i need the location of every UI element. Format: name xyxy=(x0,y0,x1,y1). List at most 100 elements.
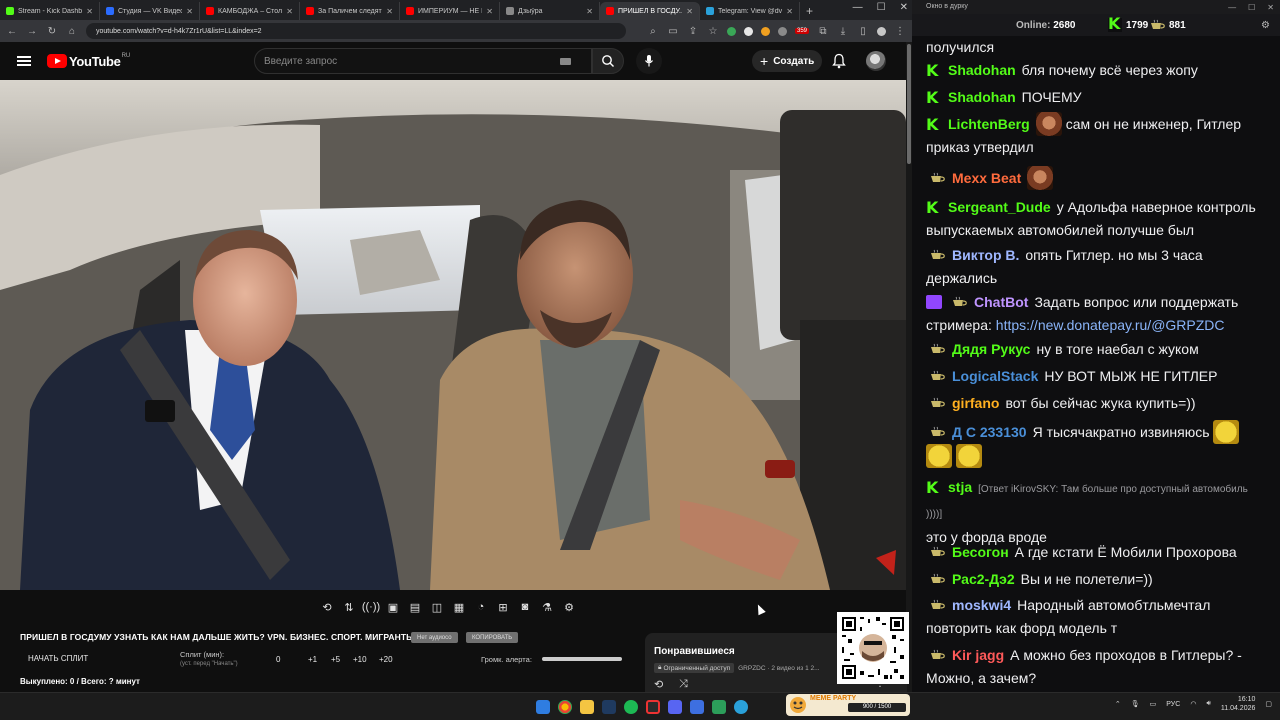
chat-username[interactable]: Shadohan xyxy=(948,62,1016,78)
hamburger-menu-icon[interactable] xyxy=(17,56,31,66)
sidepanel-icon[interactable]: ▯ xyxy=(857,26,869,37)
system-clock[interactable]: 16:10 11.04.2026 xyxy=(1221,695,1256,713)
screen-icon[interactable]: ▣ xyxy=(384,598,402,616)
browser-tab[interactable]: ИМПЕРИУМ — НЕ РО... ✕ xyxy=(400,2,500,20)
create-button[interactable]: + Создать xyxy=(752,50,823,72)
player-taskbar-icon[interactable] xyxy=(690,700,704,714)
video-player[interactable] xyxy=(0,80,906,590)
download-icon[interactable]: ⤓ xyxy=(837,26,849,37)
zoom-icon[interactable]: ⌕ xyxy=(647,26,659,37)
chat-username[interactable]: Sergeant_Dude xyxy=(948,199,1051,215)
split-add-10-button[interactable]: +10 xyxy=(353,655,367,664)
chat-message-list[interactable]: получился Shadohan бля почему всё через жо… xyxy=(912,36,1280,692)
discord-taskbar-icon[interactable] xyxy=(668,700,682,714)
keyboard-language[interactable]: РУС xyxy=(1166,701,1180,708)
speed-icon[interactable]: ◔ xyxy=(472,598,490,616)
chat-username[interactable]: girfano xyxy=(952,395,999,411)
copy-button[interactable]: КОПИРОВАТЬ xyxy=(466,632,519,643)
extension-white-icon[interactable] xyxy=(743,26,753,36)
start-split-button[interactable]: НАЧАТЬ СПЛИТ xyxy=(28,654,88,663)
tab-close-icon[interactable]: ✕ xyxy=(586,7,593,16)
no-audio-badge[interactable]: Нет аудиосо xyxy=(411,632,458,643)
chat-username[interactable]: ChatBot xyxy=(974,294,1028,310)
page-scrollbar-thumb[interactable] xyxy=(907,44,911,164)
browser-tab[interactable]: Telegram: View @dvoс...✕ xyxy=(700,2,800,20)
chat-username[interactable]: moskwi4 xyxy=(952,597,1011,613)
meme-party-widget[interactable]: MEME PARTY 900 / 1500 xyxy=(786,694,910,716)
playlist-shuffle-icon[interactable]: ⤨ xyxy=(679,678,693,692)
tab-close-icon[interactable]: ✕ xyxy=(86,7,93,16)
chat-username[interactable]: Рас2-Дэ2 xyxy=(952,571,1015,587)
user-avatar[interactable] xyxy=(866,51,886,71)
browser-tab[interactable]: Дзыўра ✕ xyxy=(500,2,600,20)
spotify-taskbar-icon[interactable] xyxy=(624,700,638,714)
flask-icon[interactable]: ⚗ xyxy=(538,598,556,616)
back-icon[interactable]: ← xyxy=(6,26,18,37)
chat-maximize-icon[interactable]: ☐ xyxy=(1248,1,1255,15)
extension-green-icon[interactable] xyxy=(726,26,736,36)
chat-username[interactable]: Дядя Рукус xyxy=(952,341,1030,357)
tab-close-icon[interactable]: ✕ xyxy=(186,7,193,16)
star-icon[interactable]: ☆ xyxy=(707,26,719,37)
puzzle-icon[interactable]: ⧉ xyxy=(817,26,829,37)
tab-close-icon[interactable]: ✕ xyxy=(386,7,393,16)
clapper-icon[interactable]: ▤ xyxy=(406,598,424,616)
chat-username[interactable]: Д С 233130 xyxy=(952,424,1027,440)
loop-icon[interactable]: ⟲ xyxy=(318,598,336,616)
browser-tab[interactable]: ПРИШЕЛ В ГОСДУ... ✕ xyxy=(600,2,700,20)
minimize-icon[interactable]: — xyxy=(853,2,863,13)
tray-volume-icon[interactable]: 🔊︎ xyxy=(1206,700,1210,708)
explorer-taskbar-icon[interactable] xyxy=(580,700,594,714)
menu-dots-icon[interactable]: ⋮ xyxy=(894,26,906,37)
chat-username[interactable]: stja xyxy=(948,479,972,495)
alert-volume-slider[interactable] xyxy=(542,657,622,661)
chat-close-icon[interactable]: ✕ xyxy=(1267,1,1274,15)
add-box-icon[interactable]: ⊞ xyxy=(494,598,512,616)
subtitles-icon[interactable]: ▦ xyxy=(450,598,468,616)
tab-close-icon[interactable]: ✕ xyxy=(686,7,693,16)
extension-orange-icon[interactable] xyxy=(760,26,770,36)
split-value[interactable]: 0 xyxy=(276,655,280,664)
forward-icon[interactable]: → xyxy=(26,26,38,37)
chat-username[interactable]: Kir jagg xyxy=(952,647,1004,663)
chat-settings-gear-icon[interactable]: ⚙ xyxy=(1261,20,1270,31)
split-add-1-button[interactable]: +1 xyxy=(308,655,317,664)
url-field[interactable]: youtube.com/watch?v=d-h4k7Zr1rU&list=LL&… xyxy=(86,23,626,39)
chat-minimize-icon[interactable]: — xyxy=(1228,1,1236,15)
split-add-5-button[interactable]: +5 xyxy=(331,655,340,664)
chat-username[interactable]: LogicalStack xyxy=(952,368,1038,384)
notifications-bell-icon[interactable] xyxy=(832,53,846,69)
close-icon[interactable]: ✕ xyxy=(900,2,908,13)
profile-icon[interactable] xyxy=(877,26,886,36)
youtube-logo[interactable]: YouTube RU xyxy=(47,53,130,69)
chat-username[interactable]: Виктор В. xyxy=(952,247,1019,263)
browser-tab[interactable]: КАМБОДЖА – Столица ...✕ xyxy=(200,2,300,20)
playlist-title[interactable]: Понравившиеся xyxy=(654,646,735,657)
camera-icon[interactable]: ◙ xyxy=(516,598,534,616)
home-icon[interactable]: ⌂ xyxy=(66,26,78,37)
chat-username[interactable]: LichtenBerg xyxy=(948,116,1030,132)
obs-taskbar-icon[interactable] xyxy=(646,700,660,714)
keyboard-icon[interactable] xyxy=(560,57,571,65)
tray-chevron-icon[interactable]: ⌃ xyxy=(1115,700,1121,708)
voice-search-button[interactable] xyxy=(636,48,662,74)
green-app-taskbar-icon[interactable] xyxy=(712,700,726,714)
browser-tab[interactable]: Студия — VK Видео | Л...✕ xyxy=(100,2,200,20)
tab-close-icon[interactable]: ✕ xyxy=(486,7,493,16)
new-tab-button[interactable]: + xyxy=(800,2,819,20)
picture-in-picture-icon[interactable]: ◫ xyxy=(428,598,446,616)
browser-tab[interactable]: Stream - Kick Dashboard✕ xyxy=(0,2,100,20)
chat-username[interactable]: Бесогон xyxy=(952,544,1009,560)
cast-icon[interactable]: ▭ xyxy=(667,26,679,37)
tray-mic-icon[interactable]: 🎙︎ xyxy=(1131,700,1140,708)
chat-username[interactable]: Mexx Beat xyxy=(952,170,1021,186)
start-menu-icon[interactable] xyxy=(536,700,550,714)
search-button[interactable] xyxy=(592,48,624,74)
chat-link[interactable]: https://new.donatepay.ru/@GRPZDC xyxy=(996,317,1225,333)
extension-grey-icon[interactable] xyxy=(777,26,787,36)
settings-gear-icon[interactable]: ⚙ xyxy=(560,598,578,616)
maximize-icon[interactable]: ☐ xyxy=(877,2,886,13)
reload-icon[interactable]: ↻ xyxy=(46,26,58,37)
broadcast-icon[interactable]: ((·)) xyxy=(362,598,380,616)
browser-tab[interactable]: За Паличем следят в ... ✕ xyxy=(300,2,400,20)
